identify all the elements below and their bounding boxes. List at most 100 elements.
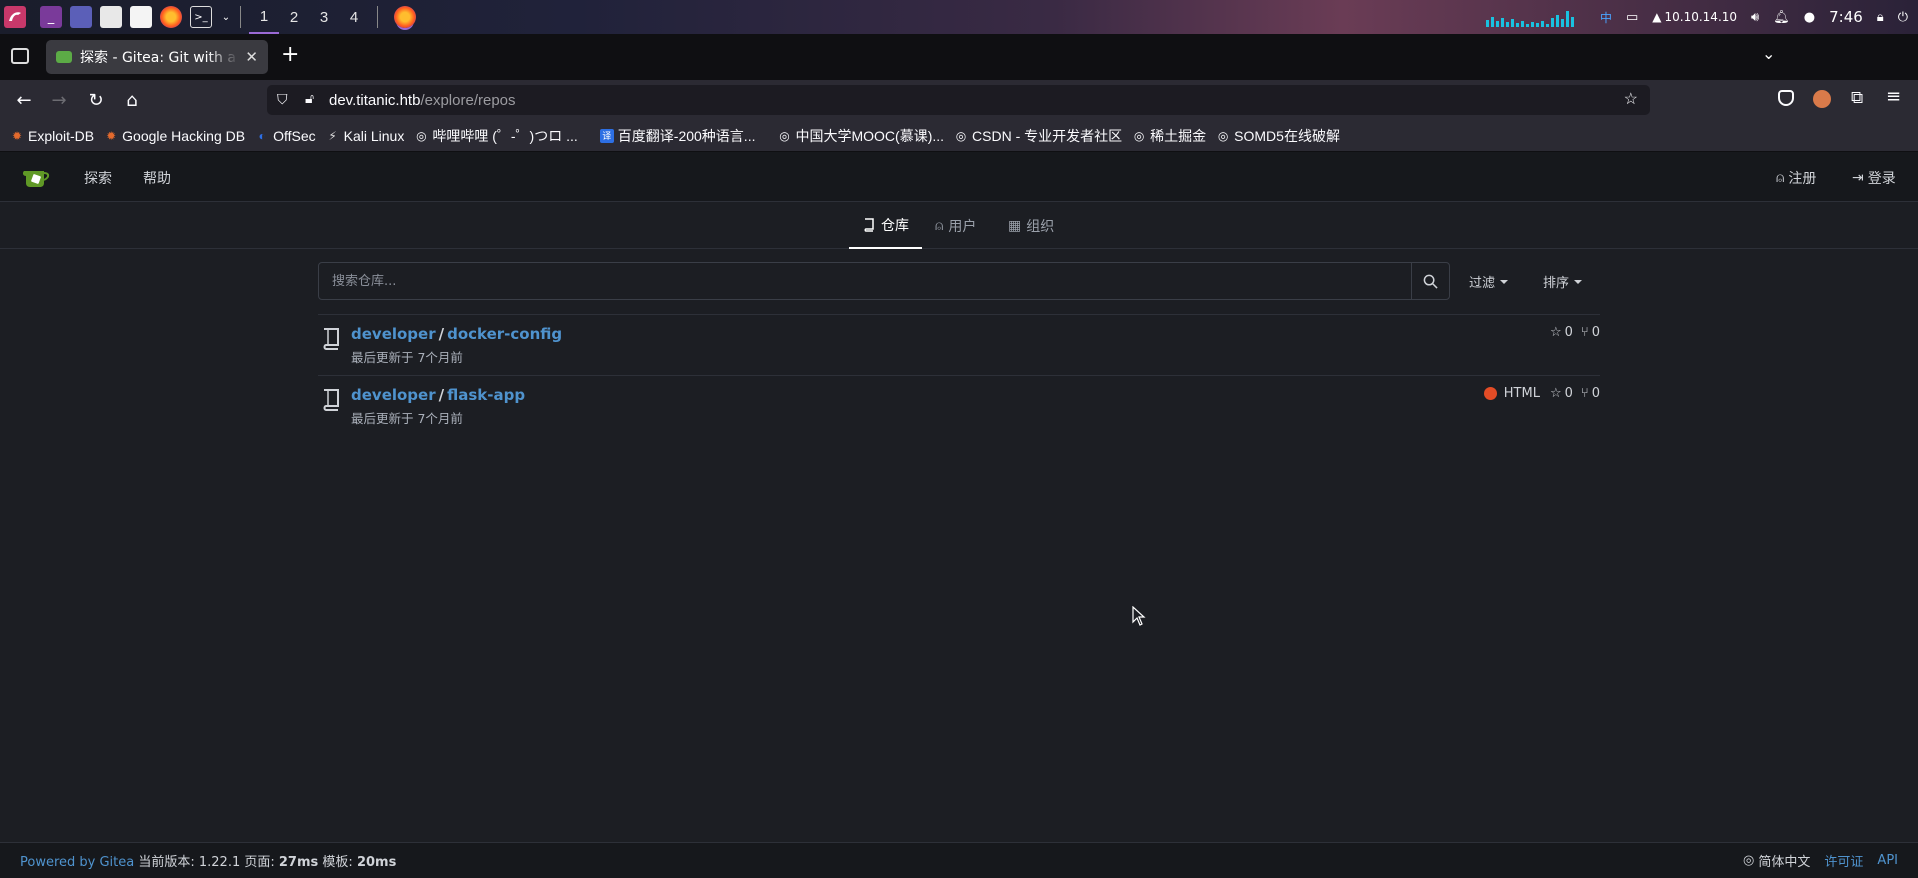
gitea-logo-icon[interactable] (22, 165, 52, 189)
new-tab-button[interactable]: + (281, 42, 299, 67)
bookmark-star-icon[interactable]: ☆ (1624, 89, 1638, 109)
reload-icon[interactable]: ↻ (84, 88, 108, 112)
repo-icon (864, 217, 874, 232)
workspace-app-icon[interactable] (70, 6, 92, 28)
explore-tabs: 仓库 ⍝ 用户 ▦ 组织 (0, 202, 1918, 249)
tab-overview-icon[interactable] (11, 48, 29, 64)
caret-down-icon (1500, 279, 1509, 284)
gitea-favicon-icon (56, 51, 72, 63)
shield-icon[interactable]: ⛉ (277, 91, 288, 108)
browser-tab-active[interactable]: 探索 - Gitea: Git with a cup of tea ✕ (46, 40, 268, 74)
sort-label: 排序 (1543, 276, 1570, 291)
bookmark-mooc[interactable]: ◎ 中国大学MOOC(慕课)... (777, 126, 944, 146)
workspace-3[interactable]: 3 (309, 0, 339, 34)
bookmark-offsec[interactable]: ◐ OffSec (255, 128, 315, 144)
back-arrow-icon[interactable]: ← (12, 88, 36, 112)
repo-search-input[interactable] (319, 263, 1411, 299)
globe-icon: ◎ (1217, 128, 1229, 143)
bookmark-label: Exploit-DB (28, 127, 95, 144)
workspace-4[interactable]: 4 (339, 0, 369, 34)
terminal-app-icon[interactable]: _ (40, 6, 62, 28)
taskbar-divider (240, 6, 241, 28)
sort-dropdown[interactable]: 排序 (1543, 272, 1583, 291)
repo-meta: HTML ☆ 0 ⑂ 0 (1483, 386, 1600, 401)
tab-orgs[interactable]: ▦ 组织 (1008, 202, 1054, 249)
bookmark-bilibili[interactable]: ◎ 哔哩哔哩 (゜-゜)つロ ... (414, 126, 578, 146)
exploit-icon: ✹ (11, 128, 23, 143)
insecure-lock-icon[interactable]: 🔓︎ (305, 90, 314, 107)
repo-forks[interactable]: ⑂ 0 (1581, 386, 1600, 401)
repo-stars[interactable]: ☆ 0 (1550, 386, 1573, 401)
nav-register-link[interactable]: ⍝ 注册 (1776, 168, 1816, 188)
tab-repos-label: 仓库 (881, 217, 909, 234)
firefox-window-icon[interactable] (394, 6, 416, 28)
repo-owner-link[interactable]: developer (351, 386, 436, 404)
filter-dropdown[interactable]: 过滤 (1469, 272, 1509, 291)
star-count: 0 (1564, 325, 1573, 340)
fork-icon: ⑂ (1580, 325, 1589, 340)
terminal-icon[interactable]: >_ (190, 6, 212, 28)
globe-icon: ◎ (1133, 128, 1145, 143)
extensions-puzzle-icon[interactable]: ⧉ (1851, 88, 1863, 108)
nav-login-link[interactable]: ⇥ 登录 (1852, 168, 1896, 188)
repo-search-box (318, 262, 1450, 300)
gitea-navbar: 探索 帮助 ⍝ 注册 ⇥ 登录 (0, 152, 1918, 202)
firefox-app-icon[interactable] (160, 6, 182, 28)
updates-icon[interactable]: ● (1804, 10, 1815, 25)
workspace-1[interactable]: 1 (249, 0, 279, 34)
repo-stars[interactable]: ☆ 0 (1550, 325, 1573, 340)
gitea-page: 探索 帮助 ⍝ 注册 ⇥ 登录 仓库 ⍝ 用户 ▦ 组织 过滤 (0, 152, 1918, 878)
repo-forks[interactable]: ⑂ 0 (1581, 325, 1600, 340)
extension-avatar-icon[interactable] (1813, 90, 1831, 108)
repo-owner-link[interactable]: developer (351, 325, 436, 343)
bookmark-kali-linux[interactable]: ⚡︎ Kali Linux (326, 128, 404, 144)
vpn-status[interactable]: ▲ 10.10.14.10 (1652, 10, 1737, 24)
pocket-icon[interactable] (1778, 90, 1794, 106)
kali-menu-icon[interactable] (4, 6, 26, 28)
repo-name-link[interactable]: docker-config (447, 325, 562, 343)
bookmark-juejin[interactable]: ◎ 稀土掘金 (1132, 126, 1206, 146)
browser-nav-bar: ← → ↻ ⌂ ⛉ 🔓︎ dev.titanic.htb/explore/rep… (0, 80, 1918, 120)
lock-icon[interactable]: 🔒︎ (1877, 10, 1884, 25)
text-editor-icon[interactable] (130, 6, 152, 28)
repo-full-name: developer / flask-app (351, 386, 525, 404)
bookmark-somd5[interactable]: ◎ SOMD5在线破解 (1216, 126, 1340, 146)
display-icon[interactable]: ▭ (1626, 10, 1638, 25)
notification-bell-icon[interactable]: 🔔︎ (1773, 10, 1790, 25)
nav-help-link[interactable]: 帮助 (143, 168, 171, 188)
bookmark-google-hacking-db[interactable]: ✹ Google Hacking DB (104, 128, 245, 144)
star-icon: ☆ (1549, 325, 1562, 340)
hamburger-menu-icon[interactable]: ≡ (1886, 86, 1901, 107)
api-link[interactable]: API (1877, 853, 1898, 868)
workspace-2[interactable]: 2 (279, 0, 309, 34)
forward-arrow-icon[interactable]: → (47, 88, 71, 112)
bookmark-exploit-db[interactable]: ✹ Exploit-DB (10, 128, 94, 144)
license-link[interactable]: 许可证 (1824, 851, 1863, 870)
repo-meta: ☆ 0 ⑂ 0 (1550, 325, 1600, 340)
kali-icon: ⚡︎ (328, 128, 337, 143)
login-label: 登录 (1867, 171, 1896, 187)
ime-indicator[interactable]: 中 (1600, 9, 1612, 26)
search-button[interactable] (1411, 263, 1449, 299)
tab-list-chevron-icon[interactable]: ⌄ (1762, 44, 1775, 63)
clock[interactable]: 7:46 (1829, 8, 1863, 26)
repo-list: developer / docker-config 最后更新于 7个月前 ☆ 0 ⑂ 0… (318, 314, 1600, 437)
tab-users[interactable]: ⍝ 用户 (935, 202, 976, 249)
nav-explore-link[interactable]: 探索 (84, 168, 112, 188)
files-app-icon[interactable] (100, 6, 122, 28)
organization-icon: ▦ (1008, 217, 1022, 234)
url-bar[interactable]: ⛉ 🔓︎ dev.titanic.htb/explore/repos ☆ (267, 85, 1650, 115)
volume-icon[interactable]: 🔊︎ (1751, 10, 1759, 25)
close-tab-icon[interactable]: ✕ (245, 48, 258, 66)
bookmark-baidu-translate[interactable]: 译百度翻译-200种语言... (599, 126, 755, 146)
repo-name-link[interactable]: flask-app (447, 386, 525, 404)
tab-repos[interactable]: 仓库 (849, 202, 922, 249)
register-label: 注册 (1788, 171, 1817, 187)
home-icon[interactable]: ⌂ (120, 88, 144, 112)
bookmark-csdn[interactable]: ◎ CSDN - 专业开发者社区 (954, 126, 1122, 146)
chevron-down-icon[interactable]: ⌄ (220, 6, 232, 28)
language-selector[interactable]: ◎ 简体中文 (1743, 851, 1810, 870)
power-icon[interactable]: ⏻ (1898, 10, 1908, 25)
vpn-icon: ▲ (1652, 10, 1662, 24)
powered-by-link[interactable]: Powered by Gitea (20, 855, 134, 870)
